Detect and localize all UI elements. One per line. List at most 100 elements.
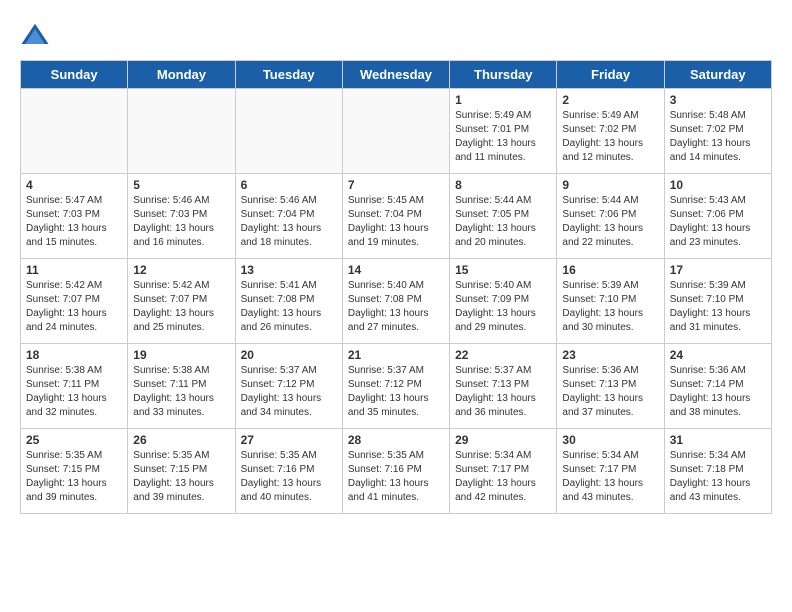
day-number: 28 [348, 433, 444, 447]
page-header [20, 20, 772, 50]
day-info: Sunrise: 5:36 AM Sunset: 7:13 PM Dayligh… [562, 364, 658, 420]
day-number: 8 [455, 178, 551, 192]
day-number: 1 [455, 93, 551, 107]
calendar-cell: 1Sunrise: 5:49 AM Sunset: 7:01 PM Daylig… [450, 89, 557, 174]
calendar-cell: 21Sunrise: 5:37 AM Sunset: 7:12 PM Dayli… [342, 344, 449, 429]
weekday-header-row: SundayMondayTuesdayWednesdayThursdayFrid… [21, 61, 772, 89]
calendar-cell: 6 Sunrise: 5:46 AM Sunset: 7:04 PM Daylig… [235, 174, 342, 259]
day-number: 4 [26, 178, 122, 192]
day-number: 5 [133, 178, 229, 192]
calendar-cell: 3 Sunrise: 5:48 AM Sunset: 7:02 PM Daylig… [664, 89, 771, 174]
day-number: 24 [670, 348, 766, 362]
day-info: Sunrise: 5:44 AM Sunset: 7:05 PM Dayligh… [455, 194, 551, 250]
day-info: Sunrise: 5:34 AM Sunset: 7:17 PM Dayligh… [455, 449, 551, 505]
day-number: 29 [455, 433, 551, 447]
calendar-cell: 8 Sunrise: 5:44 AM Sunset: 7:05 PM Daylig… [450, 174, 557, 259]
weekday-header-thursday: Thursday [450, 61, 557, 89]
calendar-cell: 31 Sunrise: 5:34 AM Sunset: 7:18 PM Dayli… [664, 429, 771, 514]
day-info: Sunrise: 5:39 AM Sunset: 7:10 PM Dayligh… [670, 279, 766, 335]
calendar-cell: 30 Sunrise: 5:34 AM Sunset: 7:17 PM Dayli… [557, 429, 664, 514]
day-number: 3 [670, 93, 766, 107]
calendar-cell [342, 89, 449, 174]
day-number: 22 [455, 348, 551, 362]
calendar-table: SundayMondayTuesdayWednesdayThursdayFrid… [20, 60, 772, 514]
calendar-cell: 4 Sunrise: 5:47 AM Sunset: 7:03 PM Daylig… [21, 174, 128, 259]
day-info: Sunrise: 5:36 AM Sunset: 7:14 PM Dayligh… [670, 364, 766, 420]
day-info: Sunrise: 5:46 AM Sunset: 7:03 PM Dayligh… [133, 194, 229, 250]
day-info: Sunrise: 5:34 AM Sunset: 7:17 PM Dayligh… [562, 449, 658, 505]
calendar-cell [128, 89, 235, 174]
calendar-cell: 16 Sunrise: 5:39 AM Sunset: 7:10 PM Dayli… [557, 259, 664, 344]
day-number: 27 [241, 433, 337, 447]
calendar-cell: 29 Sunrise: 5:34 AM Sunset: 7:17 PM Dayli… [450, 429, 557, 514]
calendar-cell: 15Sunrise: 5:40 AM Sunset: 7:09 PM Dayli… [450, 259, 557, 344]
calendar-cell: 18 Sunrise: 5:38 AM Sunset: 7:11 PM Dayli… [21, 344, 128, 429]
calendar-cell: 20 Sunrise: 5:37 AM Sunset: 7:12 PM Dayli… [235, 344, 342, 429]
weekday-header-tuesday: Tuesday [235, 61, 342, 89]
calendar-cell: 25 Sunrise: 5:35 AM Sunset: 7:15 PM Dayli… [21, 429, 128, 514]
day-info: Sunrise: 5:42 AM Sunset: 7:07 PM Dayligh… [26, 279, 122, 335]
day-info: Sunrise: 5:39 AM Sunset: 7:10 PM Dayligh… [562, 279, 658, 335]
calendar-cell: 28 Sunrise: 5:35 AM Sunset: 7:16 PM Dayli… [342, 429, 449, 514]
calendar-cell: 13 Sunrise: 5:41 AM Sunset: 7:08 PM Dayli… [235, 259, 342, 344]
calendar-cell: 27 Sunrise: 5:35 AM Sunset: 7:16 PM Dayli… [235, 429, 342, 514]
calendar-cell: 7 Sunrise: 5:45 AM Sunset: 7:04 PM Daylig… [342, 174, 449, 259]
day-number: 12 [133, 263, 229, 277]
weekday-header-wednesday: Wednesday [342, 61, 449, 89]
calendar-cell: 12 Sunrise: 5:42 AM Sunset: 7:07 PM Dayli… [128, 259, 235, 344]
day-number: 6 [241, 178, 337, 192]
day-number: 15 [455, 263, 551, 277]
day-info: Sunrise: 5:35 AM Sunset: 7:16 PM Dayligh… [348, 449, 444, 505]
day-info: Sunrise: 5:48 AM Sunset: 7:02 PM Dayligh… [670, 109, 766, 165]
day-info: Sunrise: 5:43 AM Sunset: 7:06 PM Dayligh… [670, 194, 766, 250]
day-number: 9 [562, 178, 658, 192]
day-info: Sunrise: 5:41 AM Sunset: 7:08 PM Dayligh… [241, 279, 337, 335]
logo [20, 20, 54, 50]
calendar-body: 1Sunrise: 5:49 AM Sunset: 7:01 PM Daylig… [21, 89, 772, 514]
day-number: 30 [562, 433, 658, 447]
day-number: 31 [670, 433, 766, 447]
calendar-cell: 22 Sunrise: 5:37 AM Sunset: 7:13 PM Dayli… [450, 344, 557, 429]
day-info: Sunrise: 5:37 AM Sunset: 7:12 PM Dayligh… [348, 364, 444, 420]
week-row-2: 4 Sunrise: 5:47 AM Sunset: 7:03 PM Daylig… [21, 174, 772, 259]
day-number: 23 [562, 348, 658, 362]
day-number: 17 [670, 263, 766, 277]
day-info: Sunrise: 5:35 AM Sunset: 7:16 PM Dayligh… [241, 449, 337, 505]
day-info: Sunrise: 5:46 AM Sunset: 7:04 PM Dayligh… [241, 194, 337, 250]
day-info: Sunrise: 5:35 AM Sunset: 7:15 PM Dayligh… [26, 449, 122, 505]
day-number: 11 [26, 263, 122, 277]
calendar-cell: 9 Sunrise: 5:44 AM Sunset: 7:06 PM Daylig… [557, 174, 664, 259]
day-number: 20 [241, 348, 337, 362]
day-info: Sunrise: 5:37 AM Sunset: 7:13 PM Dayligh… [455, 364, 551, 420]
day-info: Sunrise: 5:38 AM Sunset: 7:11 PM Dayligh… [133, 364, 229, 420]
calendar-cell: 2 Sunrise: 5:49 AM Sunset: 7:02 PM Daylig… [557, 89, 664, 174]
week-row-3: 11 Sunrise: 5:42 AM Sunset: 7:07 PM Dayli… [21, 259, 772, 344]
day-number: 2 [562, 93, 658, 107]
weekday-header-friday: Friday [557, 61, 664, 89]
weekday-header-saturday: Saturday [664, 61, 771, 89]
calendar-cell: 26Sunrise: 5:35 AM Sunset: 7:15 PM Dayli… [128, 429, 235, 514]
day-number: 10 [670, 178, 766, 192]
day-number: 26 [133, 433, 229, 447]
weekday-header-monday: Monday [128, 61, 235, 89]
day-number: 16 [562, 263, 658, 277]
day-info: Sunrise: 5:47 AM Sunset: 7:03 PM Dayligh… [26, 194, 122, 250]
day-number: 7 [348, 178, 444, 192]
day-number: 18 [26, 348, 122, 362]
weekday-header-sunday: Sunday [21, 61, 128, 89]
day-number: 25 [26, 433, 122, 447]
day-info: Sunrise: 5:44 AM Sunset: 7:06 PM Dayligh… [562, 194, 658, 250]
week-row-4: 18 Sunrise: 5:38 AM Sunset: 7:11 PM Dayli… [21, 344, 772, 429]
calendar-cell: 23 Sunrise: 5:36 AM Sunset: 7:13 PM Dayli… [557, 344, 664, 429]
day-info: Sunrise: 5:45 AM Sunset: 7:04 PM Dayligh… [348, 194, 444, 250]
day-info: Sunrise: 5:42 AM Sunset: 7:07 PM Dayligh… [133, 279, 229, 335]
calendar-cell: 14Sunrise: 5:40 AM Sunset: 7:08 PM Dayli… [342, 259, 449, 344]
day-info: Sunrise: 5:37 AM Sunset: 7:12 PM Dayligh… [241, 364, 337, 420]
day-info: Sunrise: 5:38 AM Sunset: 7:11 PM Dayligh… [26, 364, 122, 420]
week-row-5: 25 Sunrise: 5:35 AM Sunset: 7:15 PM Dayli… [21, 429, 772, 514]
logo-icon [20, 20, 50, 50]
day-info: Sunrise: 5:34 AM Sunset: 7:18 PM Dayligh… [670, 449, 766, 505]
calendar-cell [21, 89, 128, 174]
day-info: Sunrise: 5:49 AM Sunset: 7:02 PM Dayligh… [562, 109, 658, 165]
day-number: 13 [241, 263, 337, 277]
